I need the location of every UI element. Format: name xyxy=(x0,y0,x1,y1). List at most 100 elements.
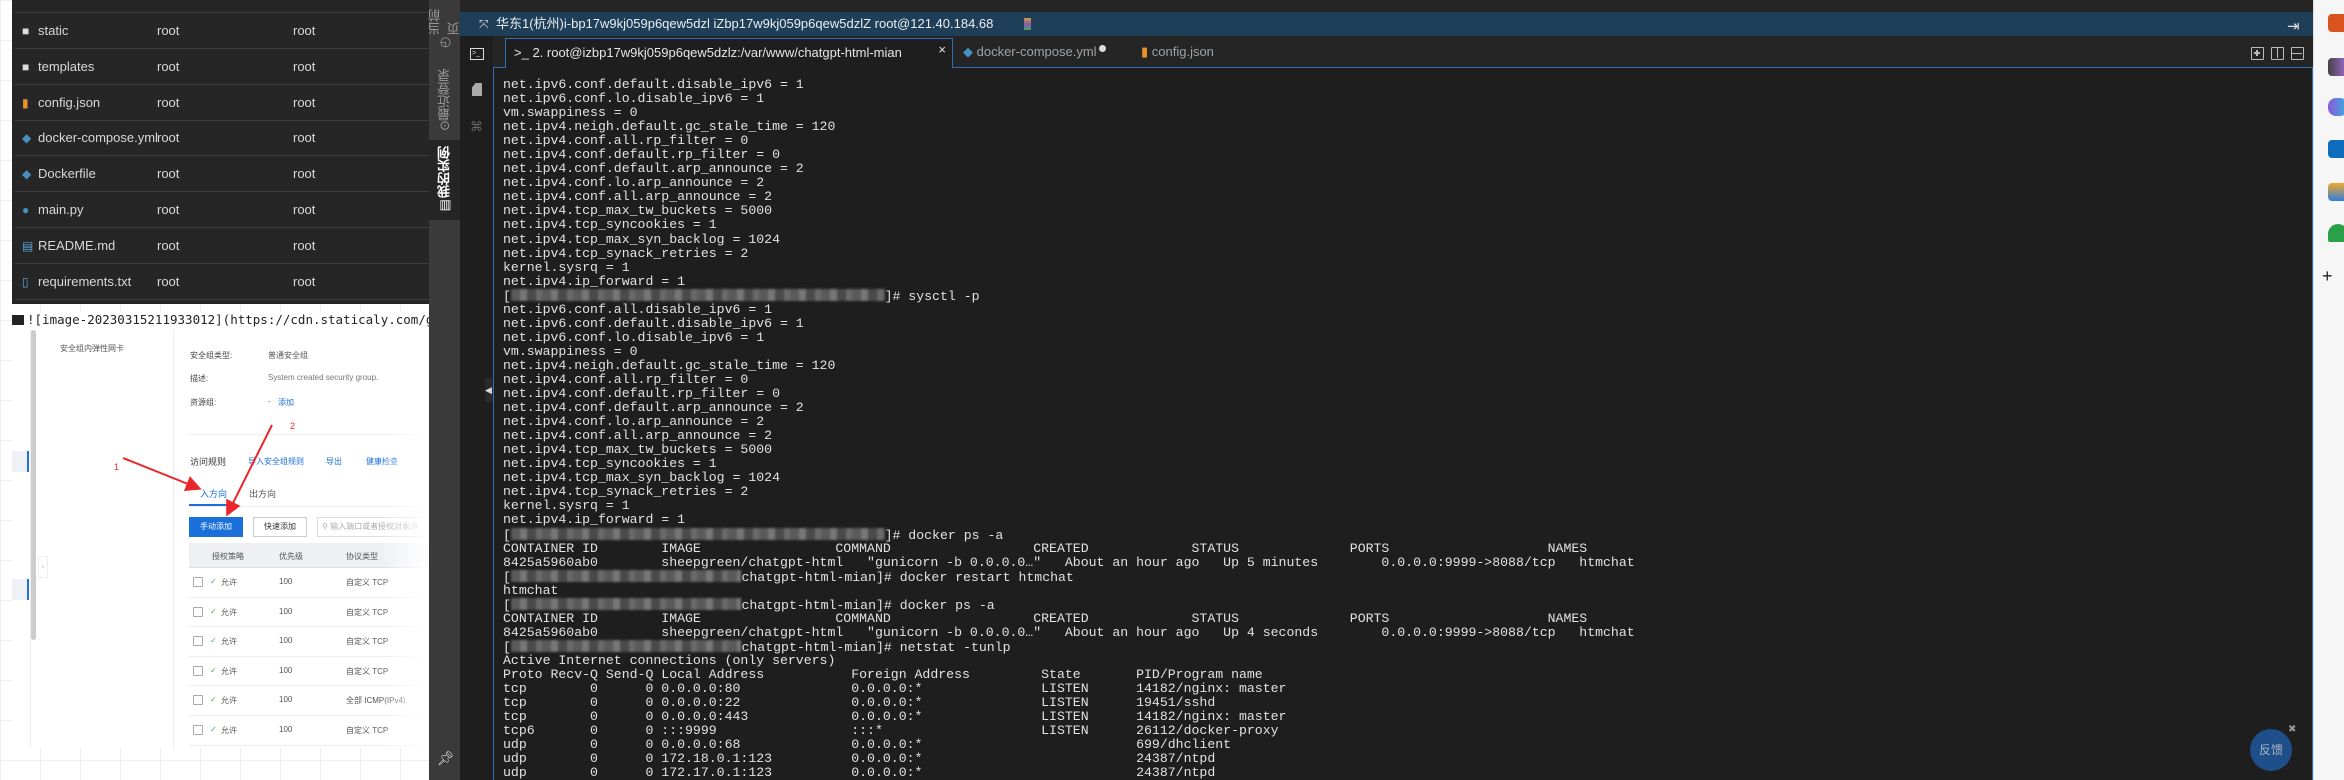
terminal-line: net.ipv6.conf.lo.disable_ipv6 = 1 xyxy=(503,329,765,345)
command-icon[interactable]: ⌘ xyxy=(470,119,483,135)
file-row[interactable]: ■ templates root root xyxy=(15,49,429,85)
sidebar-item-current-page[interactable]: ◷ 当前页 xyxy=(428,0,462,50)
terminal-line: udp 0 0 0.0.0.0:68 0.0.0.0:* 699/dhclien… xyxy=(503,737,1232,753)
markdown-icon: ▤ xyxy=(22,238,34,253)
tab-docker-compose[interactable]: ◆ docker-compose.yml xyxy=(955,38,1114,68)
file-row[interactable]: ▮ config.json root root xyxy=(15,85,429,121)
file-group: root xyxy=(293,23,316,38)
tab-bar: >_ 2. root@izbp17w9kj059p6qew5dzlz:/var/… xyxy=(493,36,2313,68)
terminal-line: net.ipv4.tcp_synack_retries = 2 xyxy=(503,484,749,500)
toolbox-app-icon[interactable] xyxy=(2328,14,2344,32)
copilot-app-icon[interactable] xyxy=(2328,98,2344,116)
terminal-line: net.ipv4.conf.all.arp_announce = 2 xyxy=(503,428,773,444)
terminal-line: htmchat xyxy=(503,582,559,598)
tab-terminal[interactable]: >_ 2. root@izbp17w9kj059p6qew5dzlz:/var/… xyxy=(505,38,953,68)
folder-icon: ■ xyxy=(22,59,30,74)
terminal-prompt-line: []# sysctl -p xyxy=(503,288,2312,304)
terminal-line: CONTAINER ID IMAGE COMMAND CREATED STATU… xyxy=(503,610,1588,626)
list-icon: ▥ xyxy=(437,198,452,214)
annotation-label-1: 1 xyxy=(114,462,120,472)
arrow-1 xyxy=(122,457,202,491)
file-row[interactable]: ◆ docker-compose.yml root root xyxy=(15,120,429,157)
terminal-prompt-line: [chatgpt-html-mian]# netstat -tunlp xyxy=(503,639,2312,654)
terminal-line: net.ipv4.conf.all.rp_filter = 0 xyxy=(503,371,749,387)
file-name: README.md xyxy=(38,237,116,253)
unsaved-dot-icon xyxy=(1098,45,1106,52)
terminal-line: Active Internet connections (only server… xyxy=(503,652,836,668)
file-owner: root xyxy=(157,58,180,74)
sidebar-item-recent-login[interactable]: ⊙ 最近登录 xyxy=(429,62,460,138)
docker-icon: ◆ xyxy=(22,167,32,182)
file-owner: root xyxy=(157,23,180,38)
file-row[interactable]: ◆ Dockerfile root root xyxy=(15,156,429,193)
file-row-partial xyxy=(15,0,429,13)
file-owner: root xyxy=(157,166,180,182)
terminal-line: kernel.sysrq = 1 xyxy=(503,259,630,275)
file-icon[interactable] xyxy=(472,83,482,96)
redacted-prompt xyxy=(510,527,885,540)
file-group: root xyxy=(293,94,316,110)
docker-icon: ◆ xyxy=(963,44,977,59)
terminal-line: 8425a5960ab0 sheepgreen/chatgpt-html "gu… xyxy=(503,554,1635,570)
terminal-line: net.ipv4.conf.default.arp_announce = 2 xyxy=(503,400,804,416)
terminal-line: net.ipv4.conf.default.arp_announce = 2 xyxy=(503,161,804,177)
chess-app-icon[interactable] xyxy=(2328,58,2344,76)
session-title: 华东1(杭州)i-bp17w9kj059p6qew5dzl iZbp17w9kj… xyxy=(496,16,994,31)
terminal-line: net.ipv4.tcp_max_syn_backlog = 1024 xyxy=(503,231,780,247)
sidebar-item-my-instances[interactable]: ▥ 我的实例 xyxy=(429,140,460,220)
terminal-icon[interactable]: >_ xyxy=(470,48,484,60)
markdown-image-line: ![image-20230315211933012](https://cdn.s… xyxy=(12,312,429,330)
terminal-output[interactable]: net.ipv6.conf.default.disable_ipv6 = 1 ne… xyxy=(493,68,2313,780)
file-row[interactable]: ▯ requirements.txt root root xyxy=(15,264,429,300)
command-text: ]# sysctl -p xyxy=(884,288,980,304)
terminal-line: vm.swappiness = 0 xyxy=(503,105,638,121)
close-feedback-icon[interactable]: ✖ xyxy=(2288,724,2296,735)
terminal-line: net.ipv4.tcp_syncookies = 1 xyxy=(503,217,717,233)
terminal-line: net.ipv4.ip_forward = 1 xyxy=(503,273,686,289)
terminal-line: Proto Recv-Q Send-Q Local Address Foreig… xyxy=(503,666,1263,682)
close-tab-icon[interactable]: × xyxy=(938,36,946,64)
side-nav: ◷ 当前页 ⊙ 最近登录 ▥ 我的实例 📌︎ xyxy=(428,0,462,780)
outlook-app-icon[interactable] xyxy=(2328,140,2344,158)
file-row[interactable]: ■ static root root xyxy=(15,13,429,49)
split-vertical-icon[interactable] xyxy=(2271,47,2284,60)
redacted-prompt xyxy=(510,569,742,582)
markdown-text: ![image-20230315211933012](https://cdn.s… xyxy=(27,312,429,327)
terminal-line: net.ipv6.conf.all.disable_ipv6 = 1 xyxy=(503,301,773,317)
collapse-arrow-icon[interactable]: ◀ xyxy=(485,378,493,402)
file-owner: root xyxy=(157,94,180,110)
new-tab-icon[interactable] xyxy=(2251,47,2264,60)
terminal-line: net.ipv4.conf.default.rp_filter = 0 xyxy=(503,386,780,402)
file-group: root xyxy=(293,237,316,253)
split-horizontal-icon[interactable] xyxy=(2291,47,2304,60)
file-group: root xyxy=(293,166,316,182)
terminal-line: net.ipv4.tcp_max_tw_buckets = 5000 xyxy=(503,203,773,219)
paper-plane-app-icon[interactable] xyxy=(2328,183,2344,201)
add-app-icon[interactable]: + xyxy=(2322,266,2333,287)
terminal-line: net.ipv4.tcp_syncookies = 1 xyxy=(503,456,717,472)
file-group: root xyxy=(293,273,316,289)
terminal-line: net.ipv6.conf.lo.disable_ipv6 = 1 xyxy=(503,91,765,107)
tab-config-json[interactable]: ▮ config.json xyxy=(1133,38,1222,68)
feedback-button[interactable]: 反馈 xyxy=(2250,729,2292,771)
file-name: docker-compose.yml xyxy=(38,130,158,146)
terminal-line: net.ipv4.conf.lo.arp_announce = 2 xyxy=(503,175,765,191)
drag-handle-icon[interactable]: ⤧ xyxy=(479,12,489,36)
file-name: Dockerfile xyxy=(38,166,96,182)
terminal-line: tcp 0 0 0.0.0.0:443 0.0.0.0:* LISTEN 141… xyxy=(503,709,1287,725)
terminal-line: net.ipv4.neigh.default.gc_stale_time = 1… xyxy=(503,357,836,373)
file-row[interactable]: ▤ README.md root root xyxy=(15,228,429,264)
folder-icon: ■ xyxy=(22,24,30,38)
terminal-line: net.ipv4.conf.all.arp_announce = 2 xyxy=(503,189,773,205)
pin-icon[interactable]: 📌︎ xyxy=(437,750,455,767)
terminal-line: net.ipv4.neigh.default.gc_stale_time = 1… xyxy=(503,119,836,135)
file-name: requirements.txt xyxy=(38,273,132,289)
terminal-prompt-line: [chatgpt-html-mian]# docker restart htmc… xyxy=(503,569,2312,584)
terminal-line: net.ipv4.conf.default.rp_filter = 0 xyxy=(503,147,780,163)
file-owner: root xyxy=(157,273,180,289)
file-row[interactable]: ● main.py root root xyxy=(15,192,429,228)
tree-app-icon[interactable] xyxy=(2328,224,2344,242)
terminal-line: net.ipv6.conf.default.disable_ipv6 = 1 xyxy=(503,77,804,92)
text-file-icon: ▯ xyxy=(22,274,29,289)
python-icon: ● xyxy=(22,203,30,217)
